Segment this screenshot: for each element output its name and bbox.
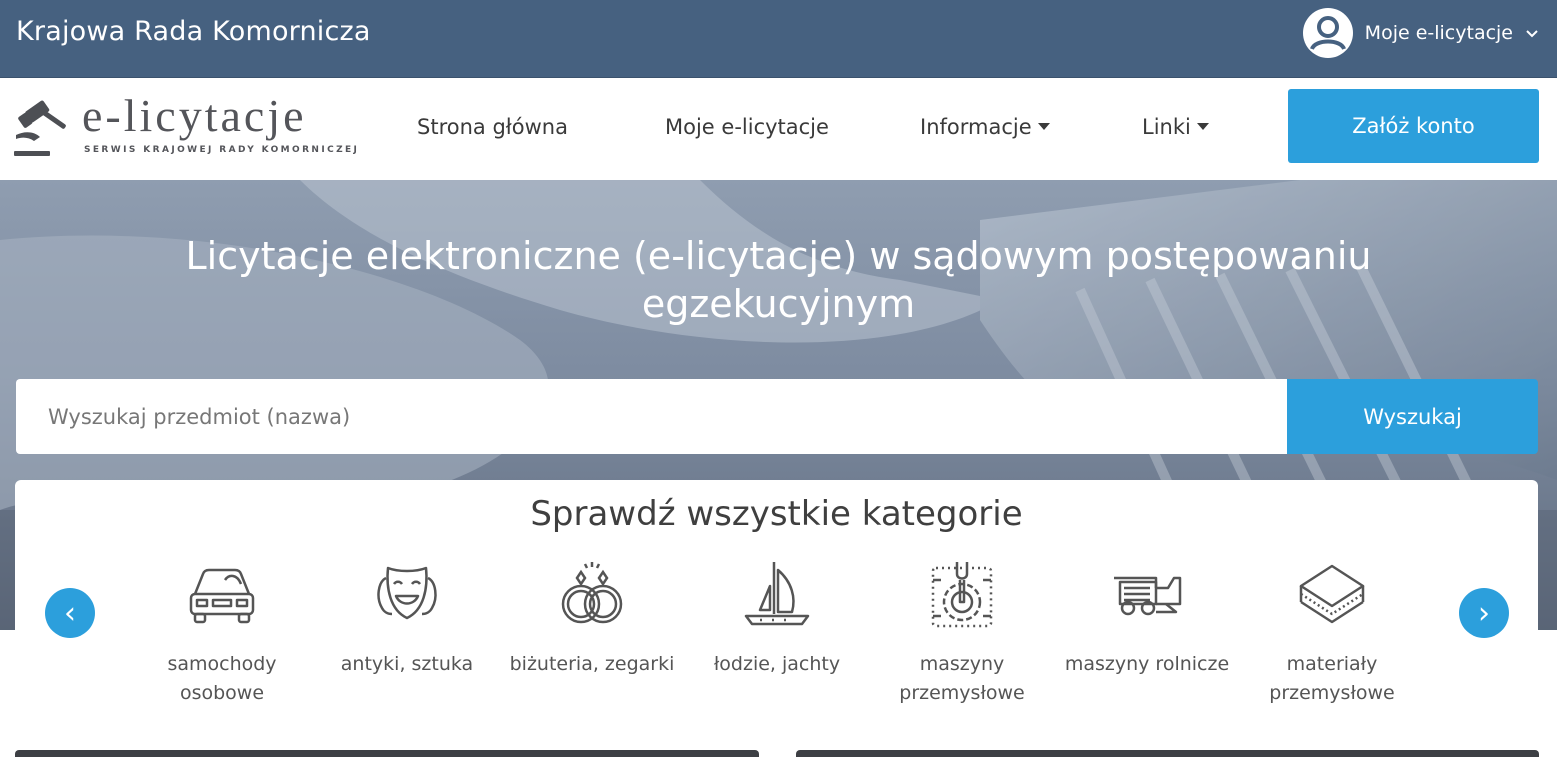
category-jewelry[interactable]: biżuteria, zegarki	[502, 558, 682, 679]
car-icon	[189, 568, 255, 624]
carousel-prev-button[interactable]: ‹	[45, 588, 95, 638]
logo-wordmark: e-licytacje	[82, 90, 307, 141]
rings-icon	[561, 562, 623, 624]
category-cars[interactable]: samochody osobowe	[132, 558, 312, 708]
theater-masks-icon	[377, 566, 437, 620]
hero-title: Licytacje elektroniczne (e-licytacje) w …	[185, 234, 1372, 326]
main-nav: e-licytacje SERWIS KRAJOWEJ RADY KOMORNI…	[0, 79, 1557, 179]
category-antiques[interactable]: antyki, sztuka	[317, 558, 497, 679]
category-label: materiały przemysłowe	[1269, 653, 1395, 704]
section-card-top-left	[15, 750, 759, 757]
caret-down-icon	[1037, 122, 1050, 130]
category-agricultural-machines[interactable]: maszyny rolnicze	[1057, 558, 1237, 679]
category-boats[interactable]: łodzie, jachty	[687, 558, 867, 679]
category-label: maszyny rolnicze	[1064, 653, 1230, 675]
harvester-icon	[1114, 576, 1182, 616]
search-bar: Wyszukaj	[16, 379, 1538, 454]
section-card-top-right	[796, 750, 1539, 757]
category-label: biżuteria, zegarki	[509, 653, 675, 675]
nav-link-label: Strona główna	[417, 115, 568, 139]
category-label: maszyny przemysłowe	[899, 653, 1025, 704]
category-industrial-machines[interactable]: maszyny przemysłowe	[872, 558, 1052, 708]
category-label: antyki, sztuka	[340, 653, 474, 675]
category-label: samochody osobowe	[167, 653, 277, 704]
nav-dropdown-information[interactable]: Informacje	[920, 115, 1050, 139]
caret-down-icon	[1196, 122, 1209, 130]
user-menu-label: Moje e-licytacje	[1364, 22, 1513, 44]
register-button[interactable]: Załóż konto	[1288, 89, 1539, 163]
nav-link-label: Linki	[1142, 115, 1191, 139]
logo-tagline: SERWIS KRAJOWEJ RADY KOMORNICZEJ	[84, 145, 360, 155]
user-circle-icon	[1302, 8, 1353, 58]
categories-panel: Sprawdź wszystkie kategorie ‹ › samochod…	[15, 480, 1538, 740]
carousel-next-button[interactable]: ›	[1459, 588, 1509, 638]
top-bar: Krajowa Rada Komornicza Moje e-licytacje	[0, 0, 1557, 78]
search-input[interactable]	[16, 379, 1287, 454]
nav-dropdown-links[interactable]: Linki	[1142, 115, 1209, 139]
nav-link-label: Moje e-licytacje	[665, 115, 829, 139]
nav-link-label: Informacje	[920, 115, 1032, 139]
nav-link-home[interactable]: Strona główna	[417, 115, 568, 139]
nav-link-my-auctions[interactable]: Moje e-licytacje	[665, 115, 829, 139]
user-menu[interactable]: Moje e-licytacje	[1302, 8, 1539, 58]
categories-title: Sprawdź wszystkie kategorie	[530, 494, 1023, 534]
layers-icon	[1299, 564, 1365, 624]
org-name: Krajowa Rada Komornicza	[16, 16, 371, 47]
sailboat-icon	[744, 562, 810, 626]
gavel-icon	[14, 100, 66, 156]
category-industrial-materials[interactable]: materiały przemysłowe	[1242, 558, 1422, 708]
search-button[interactable]: Wyszukaj	[1287, 379, 1538, 454]
industrial-machine-icon	[931, 562, 993, 628]
category-label: łodzie, jachty	[713, 653, 841, 675]
chevron-down-icon	[1526, 30, 1538, 38]
logo[interactable]: e-licytacje SERWIS KRAJOWEJ RADY KOMORNI…	[14, 90, 357, 159]
